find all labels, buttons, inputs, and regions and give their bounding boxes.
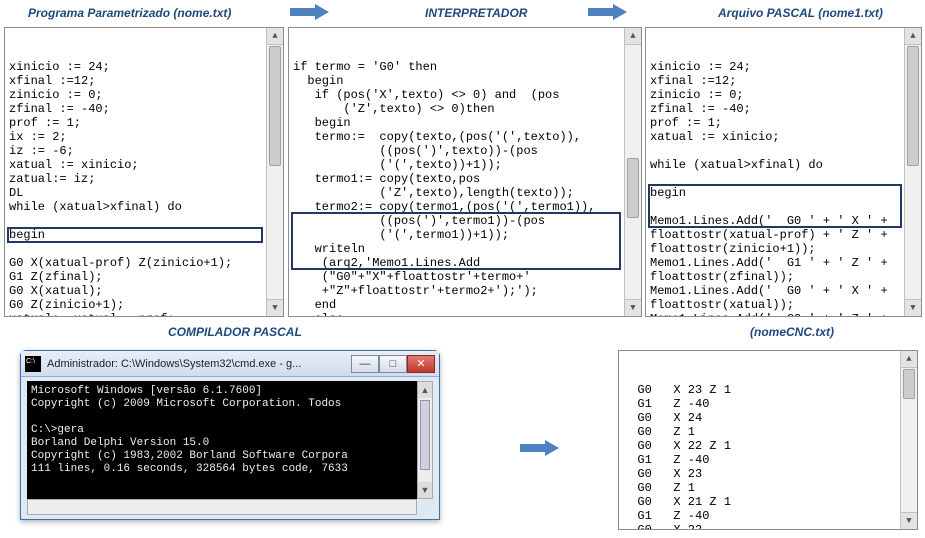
scrollbar-vertical[interactable]: ▲ ▼ bbox=[900, 351, 917, 529]
interpretador-code: if termo = 'G0' then begin if (pos('X',t… bbox=[293, 60, 635, 317]
cmd-title-text: Administrador: C:\Windows\System32\cmd.e… bbox=[47, 358, 351, 370]
cmd-window: Administrador: C:\Windows\System32\cmd.e… bbox=[20, 350, 440, 520]
scroll-thumb[interactable] bbox=[907, 46, 919, 166]
scroll-up-icon[interactable]: ▲ bbox=[905, 28, 921, 45]
cnc-output-code: G0 X 23 Z 1 G1 Z -40 G0 X 24 G0 Z 1 G0 X… bbox=[623, 383, 911, 530]
scroll-down-icon[interactable]: ▼ bbox=[418, 482, 432, 498]
cmd-scrollbar-horizontal[interactable] bbox=[27, 499, 417, 515]
scroll-thumb[interactable] bbox=[420, 400, 430, 470]
scrollbar-vertical[interactable]: ▲ ▼ bbox=[904, 28, 921, 316]
cmd-titlebar[interactable]: Administrador: C:\Windows\System32\cmd.e… bbox=[21, 351, 439, 377]
scroll-down-icon[interactable]: ▼ bbox=[625, 299, 641, 316]
top-header-row: Programa Parametrizado (nome.txt) INTERP… bbox=[0, 2, 925, 24]
label-compilador: COMPILADOR PASCAL bbox=[168, 325, 302, 339]
cnc-output-pane[interactable]: G0 X 23 Z 1 G1 Z -40 G0 X 24 G0 Z 1 G0 X… bbox=[618, 350, 918, 530]
scroll-thumb[interactable] bbox=[269, 46, 281, 166]
scroll-up-icon[interactable]: ▲ bbox=[418, 382, 432, 398]
programa-code: xinicio := 24; xfinal :=12; zinicio := 0… bbox=[9, 60, 277, 317]
cmd-icon bbox=[25, 356, 41, 372]
scroll-down-icon[interactable]: ▼ bbox=[905, 299, 921, 316]
label-programa: Programa Parametrizado (nome.txt) bbox=[28, 6, 231, 20]
cmd-body[interactable]: Microsoft Windows [versão 6.1.7600] Copy… bbox=[27, 381, 417, 499]
scroll-down-icon[interactable]: ▼ bbox=[267, 299, 283, 316]
arrow-right-icon bbox=[588, 4, 628, 20]
scroll-thumb[interactable] bbox=[903, 369, 915, 399]
scroll-down-icon[interactable]: ▼ bbox=[901, 512, 917, 529]
scrollbar-vertical[interactable]: ▲ ▼ bbox=[266, 28, 283, 316]
pascal-code-pane[interactable]: xinicio := 24; xfinal :=12; zinicio := 0… bbox=[645, 27, 922, 317]
scroll-up-icon[interactable]: ▲ bbox=[901, 351, 917, 368]
cmd-scrollbar-vertical[interactable]: ▲ ▼ bbox=[417, 381, 433, 499]
scroll-up-icon[interactable]: ▲ bbox=[267, 28, 283, 45]
programa-code-pane[interactable]: xinicio := 24; xfinal :=12; zinicio := 0… bbox=[4, 27, 284, 317]
label-interpretador: INTERPRETADOR bbox=[425, 6, 527, 20]
minimize-button[interactable]: — bbox=[351, 355, 379, 373]
scrollbar-vertical[interactable]: ▲ ▼ bbox=[624, 28, 641, 316]
arrow-right-icon bbox=[290, 4, 330, 20]
scroll-up-icon[interactable]: ▲ bbox=[625, 28, 641, 45]
interpretador-code-pane[interactable]: if termo = 'G0' then begin if (pos('X',t… bbox=[288, 27, 642, 317]
pascal-code: xinicio := 24; xfinal :=12; zinicio := 0… bbox=[650, 60, 915, 317]
close-button[interactable]: ✕ bbox=[407, 355, 435, 373]
scroll-thumb[interactable] bbox=[627, 158, 639, 218]
arrow-right-icon bbox=[520, 440, 560, 456]
label-cnc: (nomeCNC.txt) bbox=[750, 325, 834, 339]
window-buttons: — □ ✕ bbox=[351, 355, 435, 373]
label-pascal: Arquivo PASCAL (nome1.txt) bbox=[718, 6, 883, 20]
maximize-button[interactable]: □ bbox=[379, 355, 407, 373]
